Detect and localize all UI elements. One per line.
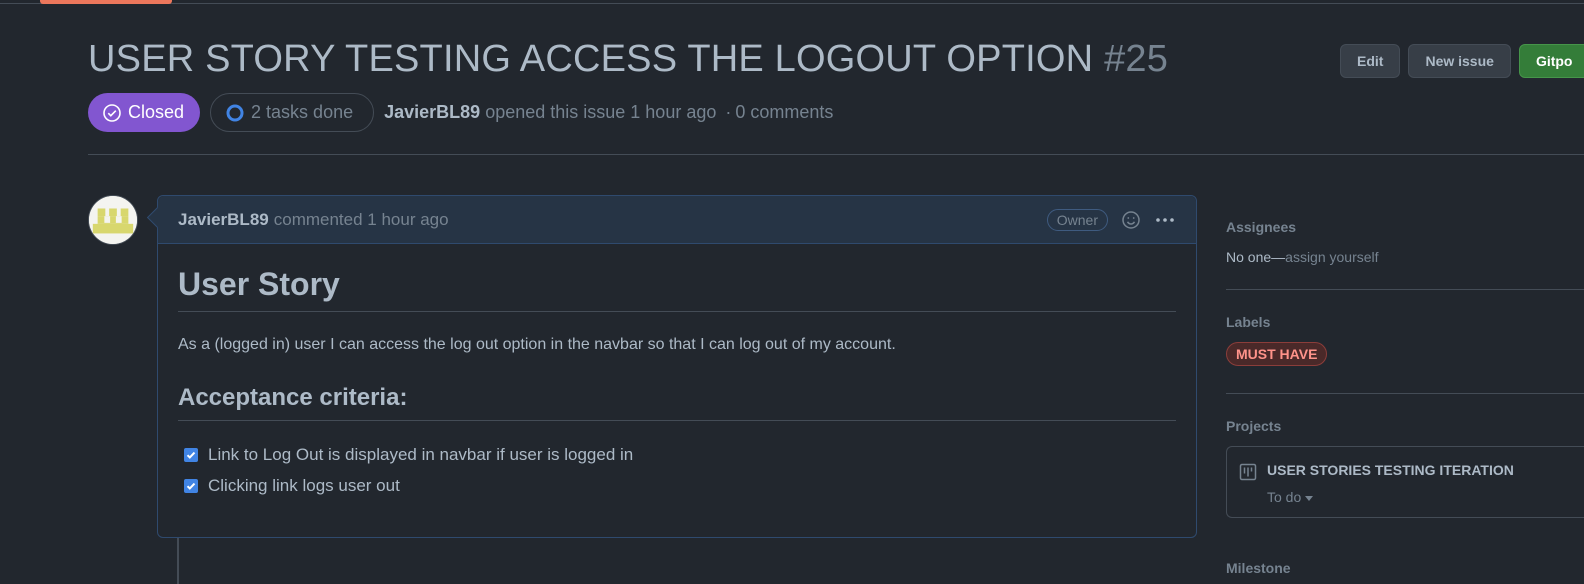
state-badge: Closed — [88, 93, 201, 132]
progress-circle-icon — [226, 104, 244, 121]
tasks-label: 2 tasks done — [251, 102, 354, 122]
labels-list: MUST HAVE — [1226, 342, 1584, 366]
new-issue-button[interactable]: New issue — [1408, 44, 1511, 78]
body-paragraph: As a (logged in) user I can access the l… — [178, 336, 896, 353]
issue-title-text: USER STORY TESTING ACCESS THE LOGOUT OPT… — [88, 38, 1094, 80]
task-item: Clicking link logs user out — [178, 470, 1176, 501]
assignees-title[interactable]: Assignees — [1226, 219, 1584, 235]
issue-title: USER STORY TESTING ACCESS THE LOGOUT OPT… — [88, 38, 1168, 81]
opened-text: opened this issue 1 hour ago — [485, 102, 717, 122]
milestone-title[interactable]: Milestone — [1226, 560, 1291, 576]
labels-title[interactable]: Labels — [1226, 314, 1584, 330]
timeline-line — [177, 538, 179, 584]
smiley-icon[interactable] — [1120, 209, 1142, 231]
kebab-menu-icon[interactable] — [1154, 209, 1176, 231]
top-nav-border — [0, 3, 1584, 4]
label-badge[interactable]: MUST HAVE — [1226, 342, 1328, 366]
task-checkbox[interactable] — [184, 447, 198, 462]
avatar[interactable] — [88, 195, 138, 245]
task-label: Link to Log Out is displayed in navbar i… — [208, 444, 634, 464]
task-item: Link to Log Out is displayed in navbar i… — [178, 439, 1176, 470]
project-name-link[interactable]: USER STORIES TESTING ITERATION — [1267, 462, 1514, 478]
project-card: USER STORIES TESTING ITERATION To do — [1226, 446, 1584, 518]
task-list: Link to Log Out is displayed in navbar i… — [178, 439, 1176, 501]
header-actions: Edit New issue Gitpo — [1340, 44, 1584, 78]
caret-down-icon — [1305, 495, 1314, 501]
comment-author-link[interactable]: JavierBL89 — [178, 210, 269, 230]
issue-comment: JavierBL89 commented 1 hour ago Owner Us… — [157, 195, 1197, 538]
meta-separator: · — [725, 102, 732, 122]
labels-section: Labels MUST HAVE — [1226, 290, 1584, 394]
assignees-none: No one— — [1226, 249, 1286, 265]
assign-yourself-link[interactable]: assign yourself — [1285, 249, 1378, 265]
body-heading: User Story — [178, 266, 1176, 312]
project-board-icon — [1239, 463, 1257, 481]
projects-title[interactable]: Projects — [1226, 418, 1584, 434]
assignees-value: No one—assign yourself — [1226, 249, 1584, 265]
tasks-progress[interactable]: 2 tasks done — [210, 93, 375, 132]
active-tab-indicator — [40, 0, 172, 4]
issue-meta-row: Closed 2 tasks done JavierBL89 opened thi… — [88, 93, 833, 132]
task-label: Clicking link logs user out — [208, 475, 400, 495]
issue-sidebar: Assignees No one—assign yourself Labels … — [1226, 195, 1584, 576]
identicon-image — [89, 196, 137, 244]
issue-number: #25 — [1104, 38, 1169, 80]
project-status-label: To do — [1267, 489, 1302, 505]
owner-badge: Owner — [1046, 208, 1108, 231]
check-circle-icon — [103, 103, 121, 122]
gitpod-button[interactable]: Gitpo — [1518, 44, 1584, 78]
issue-meta-text: JavierBL89 opened this issue 1 hour ago ·… — [384, 102, 833, 123]
assignees-section: Assignees No one—assign yourself — [1226, 195, 1584, 290]
issue-author-link[interactable]: JavierBL89 — [384, 102, 480, 122]
projects-section: Projects USER STORIES TESTING ITERATION … — [1226, 394, 1584, 518]
header-divider — [88, 154, 1584, 155]
comment-body: User Story As a (logged in) user I can a… — [158, 244, 1196, 501]
task-checkbox[interactable] — [184, 478, 198, 493]
comments-count: 0 comments — [735, 102, 834, 122]
state-label: Closed — [128, 102, 185, 122]
comment-header-actions: Owner — [1046, 208, 1176, 231]
project-status-dropdown[interactable]: To do — [1267, 489, 1314, 505]
body-subheading: Acceptance criteria: — [178, 384, 1176, 421]
edit-button[interactable]: Edit — [1340, 44, 1401, 78]
comment-timestamp[interactable]: commented 1 hour ago — [274, 210, 449, 230]
comment-header: JavierBL89 commented 1 hour ago Owner — [158, 196, 1196, 244]
